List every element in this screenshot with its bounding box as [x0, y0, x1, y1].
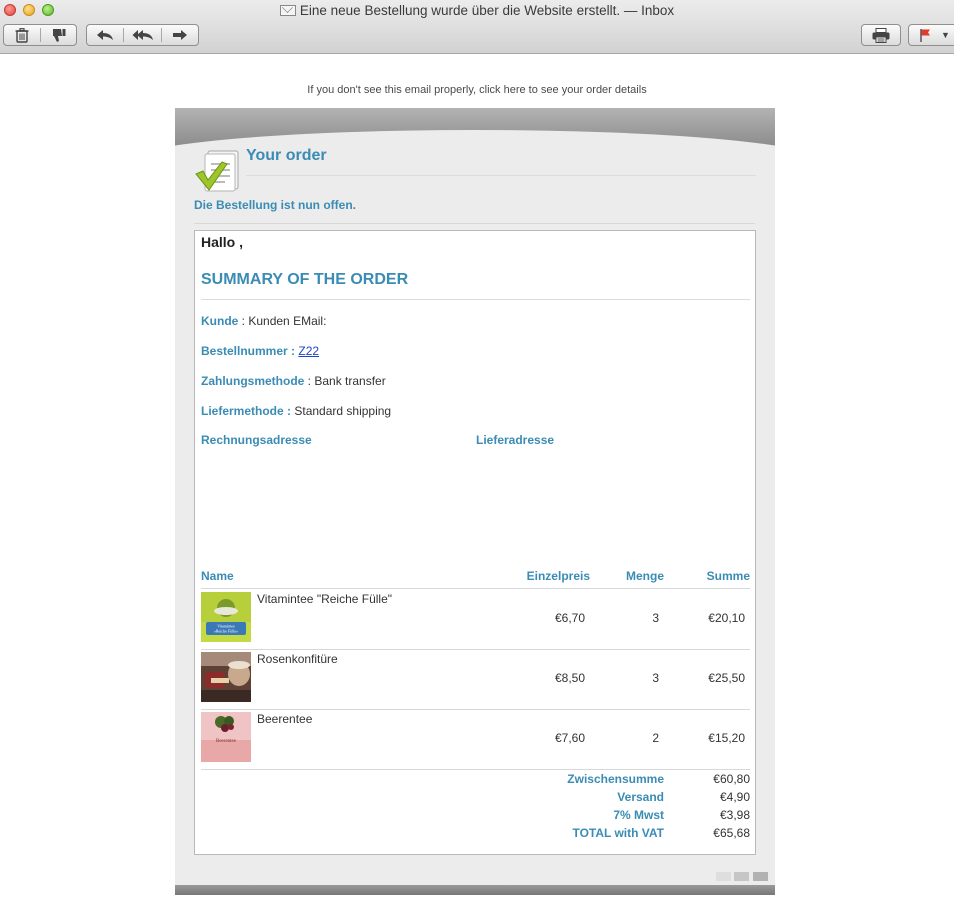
window-titlebar: Eine neue Bestellung wurde über die Webs…: [0, 0, 954, 54]
svg-text:Beerentee: Beerentee: [216, 739, 237, 744]
customer-value: Kunden EMail:: [248, 314, 327, 328]
order-heading: Your order: [246, 147, 327, 164]
print-button[interactable]: [861, 24, 901, 46]
card-footer-band: [175, 885, 775, 895]
forward-icon[interactable]: [162, 25, 198, 45]
window-title: Eine neue Bestellung wurde über die Webs…: [299, 3, 675, 18]
grand-total-value: €65,68: [713, 826, 750, 840]
payment-method-field: Zahlungsmethode : Bank transfer: [201, 374, 386, 388]
reply-button-group: [86, 24, 199, 46]
email-card: Your order Die Bestellung ist nun offen.…: [175, 108, 775, 895]
svg-text:«Reiche Fülle»: «Reiche Fülle»: [214, 629, 238, 634]
customer-field: Kunde : Kunden EMail:: [201, 314, 326, 328]
preheader-link[interactable]: If you don't see this email properly, cl…: [0, 84, 954, 96]
shipping-address-label: Lieferadresse: [476, 433, 555, 447]
divider: [201, 299, 750, 300]
product-name: Vitamintee "Reiche Fülle": [257, 592, 393, 606]
payment-method-label: Zahlungsmethode: [201, 374, 305, 388]
pager-block: [716, 872, 731, 881]
product-name: Rosenkonfitüre: [257, 652, 338, 666]
shipping-cost-value: €4,90: [719, 790, 750, 804]
line-total: €15,20: [708, 731, 745, 745]
shipping-method-label: Liefermethode: [201, 404, 284, 418]
document-check-icon: [195, 150, 241, 192]
order-summary-box: Hallo , SUMMARY OF THE ORDER Kunde : Kun…: [194, 230, 756, 855]
print-icon: [872, 25, 890, 45]
column-header-qty: Menge: [625, 569, 664, 583]
pager-block: [753, 872, 768, 881]
billing-address-label: Rechnungsadresse: [201, 433, 312, 447]
product-name: Beerentee: [257, 712, 313, 726]
reply-all-icon[interactable]: [124, 25, 160, 45]
subtotal-value: €60,80: [713, 772, 750, 786]
line-total: €25,50: [708, 671, 745, 685]
shipping-method-field: Liefermethode : Standard shipping: [201, 404, 391, 418]
window-title-bar: Eine neue Bestellung wurde über die Webs…: [0, 3, 954, 18]
product-image: Vitamintee «Reiche Fülle»: [201, 592, 251, 642]
card-header-band: [175, 108, 775, 147]
order-number-label: Bestellnummer: [201, 344, 288, 358]
quantity: 2: [652, 731, 659, 745]
table-row: Vitamintee «Reiche Fülle» Vitamintee "Re…: [201, 589, 750, 649]
quantity: 3: [652, 671, 659, 685]
flag-icon: [919, 25, 933, 45]
unit-price: €8,50: [554, 671, 585, 685]
divider: [194, 223, 755, 224]
reply-icon[interactable]: [87, 25, 123, 45]
grand-total-label: TOTAL with VAT: [572, 826, 664, 840]
greeting: Hallo ,: [201, 234, 244, 250]
chevron-down-icon: ▼: [941, 30, 950, 40]
subtotal-label: Zwischensumme: [567, 772, 664, 786]
shipping-method-value: Standard shipping: [294, 404, 392, 418]
product-image: Beerentee: [201, 712, 251, 762]
column-header-price: Einzelpreis: [526, 569, 590, 583]
field-separator: :: [238, 314, 249, 328]
payment-method-value: Bank transfer: [314, 374, 386, 388]
order-status-text: Die Bestellung ist nun offen.: [194, 198, 357, 212]
shipping-cost-label: Versand: [617, 790, 664, 804]
unit-price: €7,60: [554, 731, 585, 745]
product-image: [201, 652, 251, 702]
field-separator: :: [283, 404, 295, 418]
unit-price: €6,70: [554, 611, 585, 625]
delete-junk-button-group: [3, 24, 77, 46]
summary-title: SUMMARY OF THE ORDER: [201, 271, 409, 288]
flag-button[interactable]: ▼: [908, 24, 954, 46]
column-header-name: Name: [201, 569, 234, 583]
field-separator: :: [287, 344, 299, 358]
line-total: €20,10: [708, 611, 745, 625]
field-separator: :: [304, 374, 315, 388]
table-row: Beerentee Beerentee €7,60 2 €15,20: [201, 709, 750, 769]
tax-label: 7% Mwst: [613, 808, 664, 822]
trash-icon[interactable]: [4, 25, 40, 45]
column-header-sum: Summe: [706, 569, 750, 583]
envelope-icon: [279, 5, 296, 16]
junk-icon[interactable]: [40, 25, 76, 45]
tax-value: €3,98: [719, 808, 750, 822]
table-row: Rosenkonfitüre €8,50 3 €25,50: [201, 649, 750, 709]
customer-label: Kunde: [201, 314, 239, 328]
divider: [246, 175, 756, 176]
order-number-link[interactable]: Z22: [298, 344, 319, 358]
pager-block: [734, 872, 749, 881]
order-number-field: Bestellnummer : Z22: [201, 344, 319, 358]
quantity: 3: [652, 611, 659, 625]
divider: [201, 769, 750, 770]
